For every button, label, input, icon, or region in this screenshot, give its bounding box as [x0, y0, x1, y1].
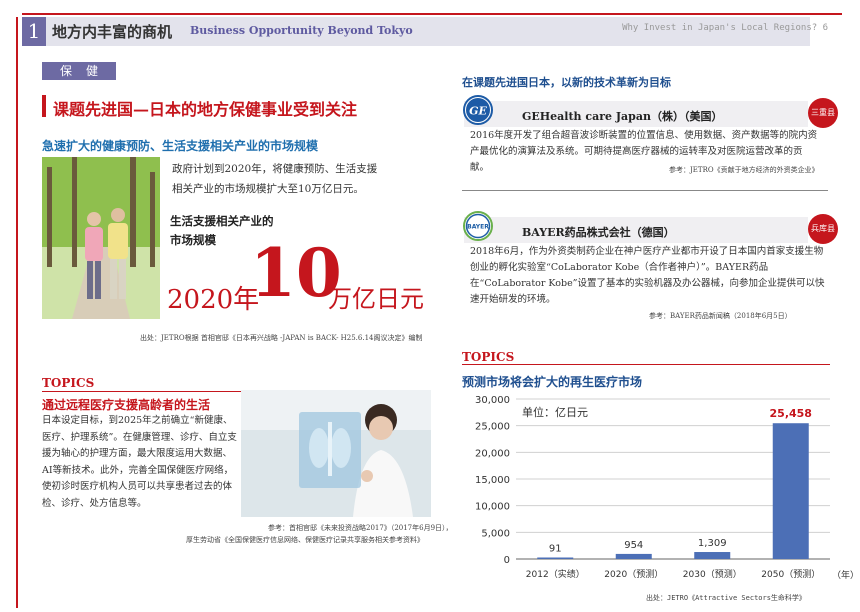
bar-chart: 0 5,000 10,000 15,000 20,000 25,000 30,000 91 9… [475, 395, 859, 602]
x-tick-label: 2020（预测） [604, 569, 663, 580]
region-badge-mie: 三重县 [808, 98, 838, 128]
topics-body: 日本设定目标，到2025年之前确立“新健康、医疗、护理系统”。在健康管理、诊疗、… [42, 415, 237, 509]
bar-value-label: 25,458 [770, 407, 812, 420]
topics-source-1: 参考：首相官邸《未来投资战略2017》（2017年6月9日）， [268, 524, 453, 532]
market-size-unit: 万亿日元 [328, 285, 424, 313]
right-heading: 在课题先进国日本，以新的技术革新为目标 [462, 76, 671, 89]
svg-text:BAYER: BAYER [467, 224, 489, 231]
x-tick-label: 2030（预测） [683, 569, 742, 580]
chart-source: 出处：JETRO《Attractive Sectors生命科学》 [646, 593, 806, 602]
topics-label: TOPICS [42, 376, 95, 390]
y-tick-label: 5,000 [481, 528, 510, 539]
header-rule [22, 13, 842, 15]
region-badge-hyogo: 兵库县 [808, 214, 838, 244]
y-tick-label: 30,000 [475, 395, 510, 406]
regen-medicine-chart: 0 5,000 10,000 15,000 20,000 25,000 30,000 91 9… [460, 388, 860, 608]
ge-logo-icon: GE [463, 95, 493, 125]
topics-source-2: 厚生劳动省《全国保健医疗信息网络、保健医疗记录共享服务相关参考资料》 [186, 536, 424, 544]
y-tick-label: 0 [504, 555, 510, 566]
bar-value-label: 91 [549, 544, 562, 555]
page-title: 地方内丰富的商机 [52, 23, 173, 41]
bar-value-label: 954 [624, 540, 643, 551]
topics-title: 通过远程医疗支援高龄者的生活 [42, 398, 211, 412]
company-body-bayer: 2018年6月，作为外资类制药企业在神户医疗产业都市开设了日本国内首家支援生物创… [470, 246, 825, 305]
source-note: 出处：JETRO根据 首相官邸《日本再兴战略 -JAPAN is BACK- H… [140, 334, 423, 342]
svg-text:GE: GE [469, 105, 487, 118]
chart-bar [615, 553, 652, 559]
market-target-year: 2020年 [167, 285, 260, 315]
y-tick-label: 10,000 [475, 502, 510, 513]
section-subtitle: 急速扩大的健康预防、生活支援相关产业的市场规模 [42, 139, 319, 153]
elderly-couple-photo [42, 157, 160, 319]
bayer-logo-icon: BAYER [463, 211, 493, 241]
chart-bar [537, 557, 574, 559]
category-tag: 保健 [42, 62, 116, 80]
running-header: Why Invest in Japan's Local Regions? 6 [622, 23, 828, 33]
title-accent-bar [42, 95, 46, 117]
x-tick-label: 2050（预测） [761, 569, 820, 580]
bar-value-label: 1,309 [698, 538, 727, 549]
page-subtitle: Business Opportunity Beyond Tokyo [190, 24, 413, 37]
market-description: 政府计划到2020年，将健康预防、生活支援 相关产业的市场规模扩大至10万亿日元… [172, 163, 378, 195]
chart-bar [694, 552, 731, 559]
company-ref-ge: 参考：JETRO《贡献于地方经济的外资类企业》 [669, 166, 819, 174]
doctor-xray-photo [241, 390, 431, 517]
x-axis-unit: （年） [832, 569, 859, 581]
topics-label-right: TOPICS [462, 350, 515, 364]
y-tick-label: 15,000 [475, 475, 510, 486]
y-tick-label: 20,000 [475, 448, 510, 459]
section-title: 课题先进国—日本的地方保健事业受到关注 [53, 100, 358, 119]
chart-unit-label: 单位：亿日元 [522, 405, 588, 419]
topics-rule-right [462, 364, 830, 365]
page-number: 1 [22, 17, 46, 46]
y-tick-label: 25,000 [475, 422, 510, 433]
company-divider [462, 190, 828, 191]
company-name-ge: GEHealth care Japan（株）（美国） [522, 110, 723, 123]
left-border [16, 17, 18, 608]
company-name-bayer: BAYER药品株式会社（德国） [522, 226, 675, 239]
x-tick-label: 2012（实绩） [526, 568, 585, 580]
chart-bar [772, 423, 809, 559]
company-ref-bayer: 参考：BAYER药品新闻稿（2018年6月5日） [649, 312, 792, 320]
